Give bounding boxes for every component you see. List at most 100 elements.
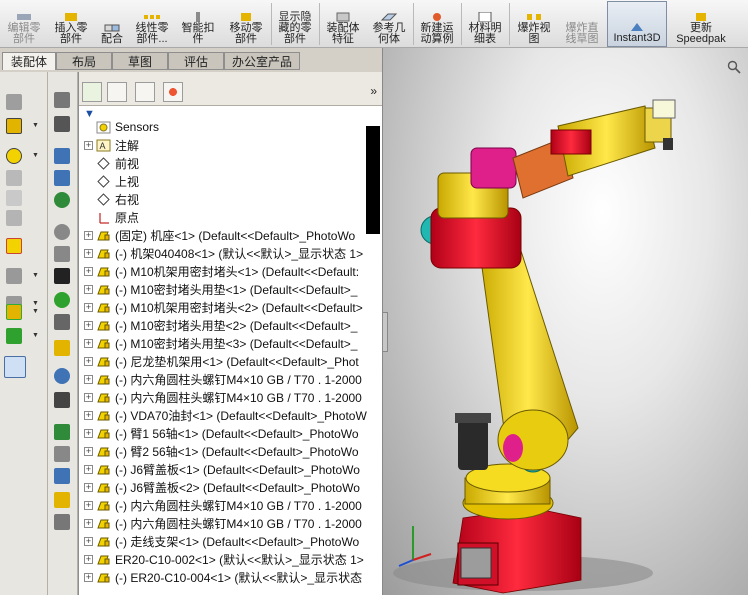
display-manager-tab-icon[interactable]	[163, 82, 183, 102]
panel-splitter[interactable]	[382, 312, 388, 352]
robot-arm-model[interactable]	[383, 48, 748, 595]
chevron-down-icon[interactable]: ▼	[32, 152, 39, 159]
tree-row[interactable]: 前视	[79, 154, 382, 172]
expand-toggle-icon[interactable]: +	[84, 446, 93, 456]
move-icon[interactable]	[6, 170, 22, 186]
expand-toggle-icon[interactable]: +	[84, 374, 93, 384]
explode-line-sketch-button[interactable]: 爆炸直 线草图	[559, 0, 605, 47]
instant3d-button[interactable]: Instant3D	[607, 1, 667, 47]
tree-row[interactable]: + (-) J6臂盖板<2> (Default<<Default>_PhotoWo	[79, 478, 382, 496]
feature-tree-tab-icon[interactable]	[82, 82, 102, 102]
tab-layout[interactable]: 布局	[56, 52, 112, 70]
collapse-panel-icon[interactable]: »	[370, 84, 377, 98]
tree-row[interactable]: + (-) 尼龙垫机架用<1> (Default<<Default>_Phot	[79, 352, 382, 370]
tab-evaluate[interactable]: 评估	[168, 52, 224, 70]
expand-toggle-icon[interactable]: +	[84, 482, 93, 492]
sketch-icon[interactable]	[4, 356, 26, 378]
expand-toggle-icon[interactable]: +	[84, 464, 93, 474]
tab-office-products[interactable]: 办公室产品	[224, 52, 300, 70]
move-component-button[interactable]: 移动零 部件	[223, 0, 269, 47]
tree-row[interactable]: + ER20-C10-002<1> (默认<<默认>_显示状态 1>	[79, 550, 382, 568]
sketch-angle-icon[interactable]	[54, 116, 70, 132]
reference-geometry-button[interactable]: 参考几 何体	[367, 0, 411, 47]
tree-row[interactable]: + A 注解	[79, 136, 382, 154]
mate-button[interactable]: 配合	[96, 0, 128, 47]
tab-assembly[interactable]: 装配体	[2, 52, 56, 70]
tree-row[interactable]: + (-) 臂2 56轴<1> (Default<<Default>_PhotoW…	[79, 442, 382, 460]
network-icon[interactable]	[54, 170, 70, 186]
printer-icon[interactable]	[54, 446, 70, 462]
excel-icon[interactable]	[54, 424, 70, 440]
tree-row[interactable]: + (固定) 机座<1> (Default<<Default>_PhotoWo	[79, 226, 382, 244]
tree-row[interactable]: + (-) 机架040408<1> (默认<<默认>_显示状态 1>	[79, 244, 382, 262]
grid-icon[interactable]	[54, 514, 70, 530]
tree-row[interactable]: + (-) M10密封堵头用垫<1> (Default<<Default>_	[79, 280, 382, 298]
component-icon[interactable]	[6, 94, 22, 110]
smart-fasteners-button[interactable]: 智能扣 件	[176, 0, 220, 47]
mate-icon[interactable]	[6, 148, 22, 164]
hide-icon[interactable]	[6, 210, 22, 226]
linear-pattern-button[interactable]: 线性零 部件...	[131, 0, 173, 47]
tree-row[interactable]: + (-) M10机架用密封堵头<2> (Default<<Default>	[79, 298, 382, 316]
tab-sketch[interactable]: 草图	[112, 52, 168, 70]
tree-row[interactable]: + (-) 走线支架<1> (Default<<Default>_PhotoWo	[79, 532, 382, 550]
zoom-icon[interactable]	[727, 60, 741, 74]
tree-row[interactable]: 上视	[79, 172, 382, 190]
tree-row[interactable]: + (-) 内六角圆柱头螺钉M4×10 GB / T70 . 1-2000	[79, 514, 382, 532]
expand-toggle-icon[interactable]: +	[84, 554, 93, 564]
tree-row[interactable]: 右视	[79, 190, 382, 208]
tools-icon[interactable]	[54, 246, 70, 262]
assembly-features-button[interactable]: 装配体 特征	[321, 0, 365, 47]
monitor-icon[interactable]	[54, 148, 70, 164]
show-icon[interactable]	[6, 238, 22, 254]
expand-toggle-icon[interactable]: +	[84, 302, 93, 312]
tree-row[interactable]: + (-) M10机架用密封堵头<1> (Default<<Default:	[79, 262, 382, 280]
exploded-view-button[interactable]: 爆炸视 图	[511, 0, 557, 47]
assembly-icon[interactable]	[6, 118, 22, 134]
pattern-icon[interactable]	[6, 268, 22, 284]
expand-toggle-icon[interactable]: +	[84, 536, 93, 546]
graphics-area[interactable]	[382, 48, 748, 595]
property-manager-tab-icon[interactable]	[107, 82, 127, 102]
tree-row[interactable]: Sensors	[79, 118, 382, 136]
tree-row[interactable]: + (-) 内六角圆柱头螺钉M4×10 GB / T70 . 1-2000	[79, 370, 382, 388]
expand-toggle-icon[interactable]: +	[84, 410, 93, 420]
funnel-icon[interactable]	[54, 268, 70, 284]
expand-toggle-icon[interactable]: +	[84, 230, 93, 240]
location-icon[interactable]	[54, 292, 70, 308]
expand-toggle-icon[interactable]: +	[84, 338, 93, 348]
rotate-icon[interactable]	[6, 190, 22, 206]
bill-of-materials-button[interactable]: 材料明 细表	[463, 0, 507, 47]
key-icon[interactable]	[54, 92, 70, 108]
chevron-down-icon[interactable]: ▼	[32, 308, 39, 315]
smart-fastener-icon[interactable]	[6, 304, 22, 320]
configuration-manager-tab-icon[interactable]	[135, 82, 155, 102]
tree-row[interactable]: + (-) J6臂盖板<1> (Default<<Default>_PhotoWo	[79, 460, 382, 478]
tree-scrollbar[interactable]	[366, 126, 380, 234]
expand-toggle-icon[interactable]: +	[84, 320, 93, 330]
new-motion-study-button[interactable]: 新建运 动算例	[415, 0, 459, 47]
tree-row[interactable]: + (-) ER20-C10-004<1> (默认<<默认>_显示状态	[79, 568, 382, 586]
edit-part-button[interactable]: 编辑零 部件	[2, 0, 46, 47]
chevron-down-icon[interactable]: ▼	[32, 300, 39, 307]
insert-component-button[interactable]: 插入零 部件	[49, 0, 93, 47]
expand-toggle-icon[interactable]: +	[84, 392, 93, 402]
bolt-icon[interactable]	[54, 340, 70, 356]
expand-toggle-icon[interactable]: +	[84, 572, 93, 582]
magnifier-icon[interactable]	[54, 368, 70, 384]
chevron-down-icon[interactable]: ▼	[32, 272, 39, 279]
tree-row[interactable]: + (-) M10密封堵头用垫<2> (Default<<Default>_	[79, 316, 382, 334]
show-hidden-components-button[interactable]: 显示隐 藏的零 部件	[273, 0, 317, 47]
expand-toggle-icon[interactable]: +	[84, 500, 93, 510]
expand-toggle-icon[interactable]: +	[84, 428, 93, 438]
update-speedpak-button[interactable]: 更新 Speedpak	[672, 0, 730, 47]
expand-toggle-icon[interactable]: +	[84, 284, 93, 294]
chevron-down-icon[interactable]: ▼	[32, 122, 39, 129]
expand-toggle-icon[interactable]: +	[84, 356, 93, 366]
spring-icon[interactable]	[54, 314, 70, 330]
expand-toggle-icon[interactable]: +	[84, 518, 93, 528]
magnet-icon[interactable]	[6, 328, 22, 344]
tree-row[interactable]: + (-) VDA70油封<1> (Default<<Default>_Photo…	[79, 406, 382, 424]
expand-toggle-icon[interactable]: +	[84, 248, 93, 258]
expand-toggle-icon[interactable]: +	[84, 266, 93, 276]
